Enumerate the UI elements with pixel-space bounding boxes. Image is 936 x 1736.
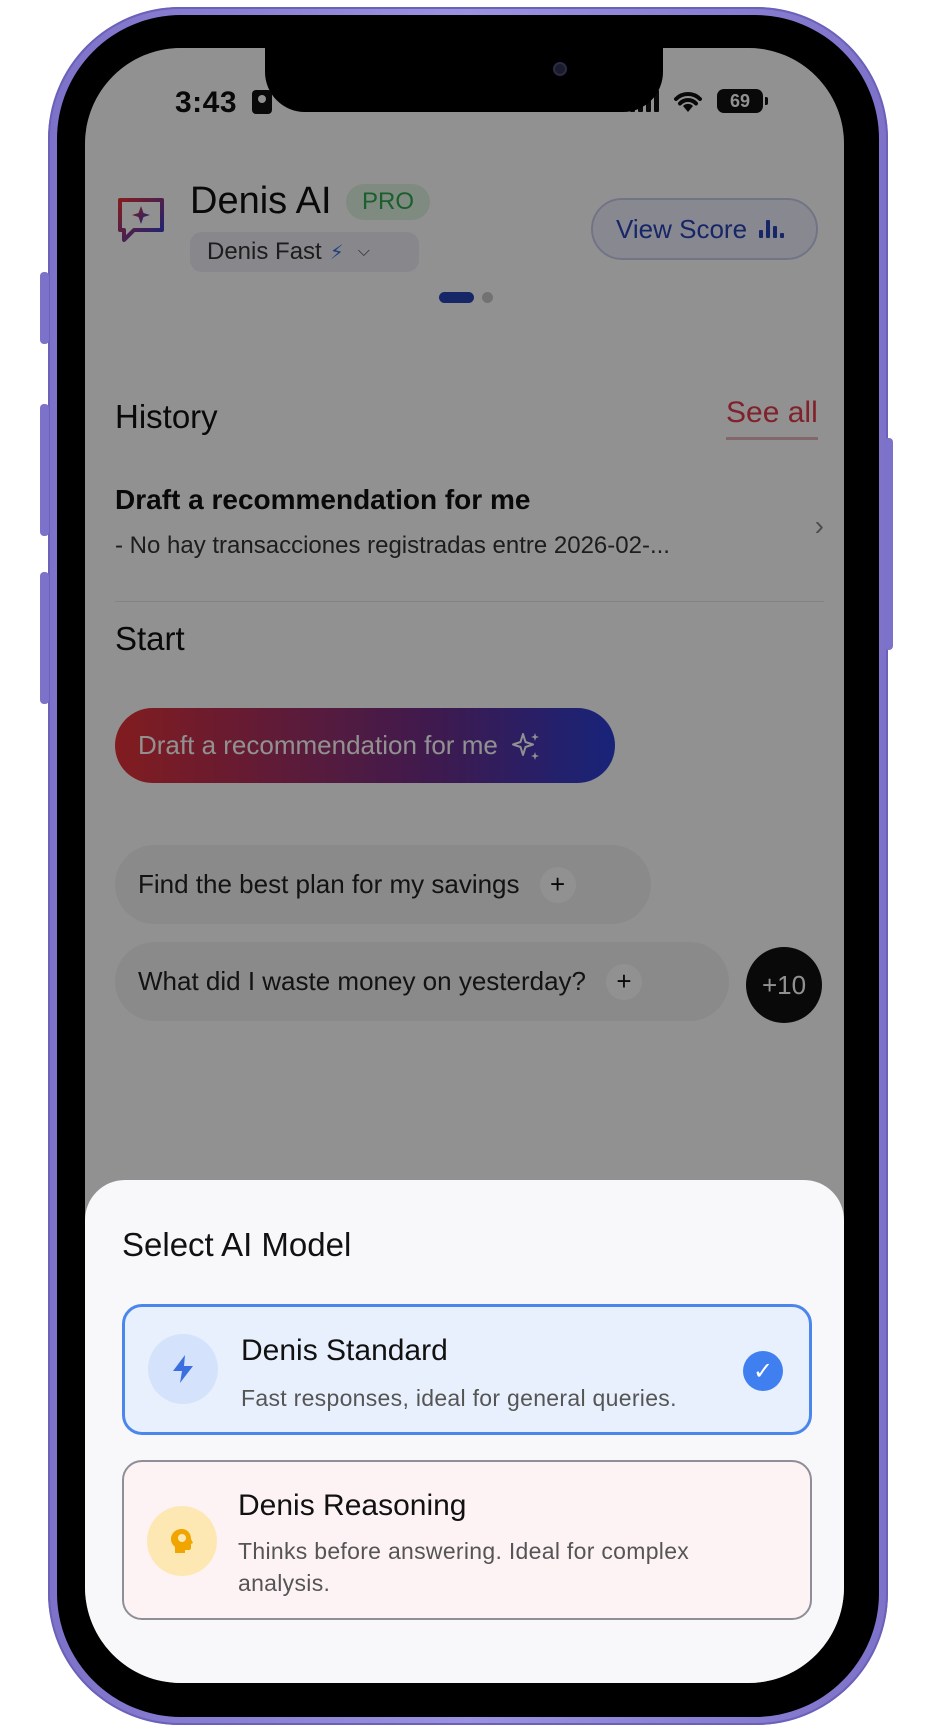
brain-icon [147,1506,217,1576]
lightning-icon [148,1334,218,1404]
model-option-reasoning[interactable]: Denis Reasoning Thinks before answering.… [122,1460,812,1620]
silent-switch [40,272,49,344]
select-model-sheet: Select AI Model Denis Standard Fast resp… [85,1180,844,1683]
volume-down-button [40,572,49,704]
checkmark-icon: ✓ [743,1351,783,1391]
front-camera [553,62,567,76]
volume-up-button [40,404,49,536]
model-option-name: Denis Standard [241,1334,448,1367]
phone-screen: 3:43 69 Denis AI PRO Denis Fast ⚡︎ ⌵ Vie… [85,48,844,1683]
model-option-standard[interactable]: Denis Standard Fast responses, ideal for… [122,1304,812,1435]
model-option-description: Fast responses, ideal for general querie… [241,1385,677,1411]
model-option-description: Thinks before answering. Ideal for compl… [238,1538,690,1596]
phone-notch [265,48,663,112]
sheet-title: Select AI Model [122,1226,352,1263]
power-button [884,438,893,650]
model-option-name: Denis Reasoning [238,1489,467,1522]
